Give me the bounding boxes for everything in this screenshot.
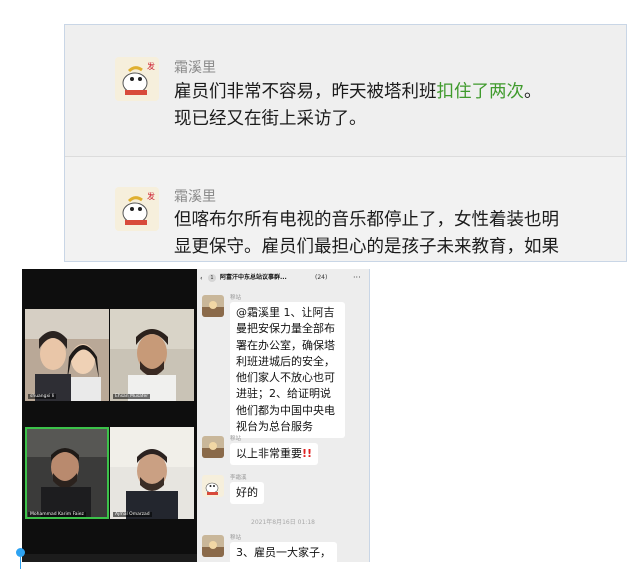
svg-text:发: 发 xyxy=(147,191,155,201)
unread-badge: 1 xyxy=(208,274,216,282)
message-text: 但喀布尔所有电视的音乐都停止了，女性着装也明 显更保守。雇员们最担心的是孩子未来… xyxy=(174,207,614,261)
message-bubble[interactable]: 好的 xyxy=(230,482,264,505)
message-line: 利班进城后的安全， xyxy=(236,354,335,368)
chat-header: ‹ 1 阿富汗中东总站议事群... (24) ··· xyxy=(197,269,369,287)
sender-name: 李霜溪 xyxy=(230,475,247,481)
member-count: (24) xyxy=(315,274,328,281)
participant-name: Ajmal Omarzad xyxy=(113,512,152,517)
exclamation-icon: !! xyxy=(302,447,313,460)
timestamp: 2021年8月16日 01:18 xyxy=(251,519,315,526)
sender-name: 穆站 xyxy=(230,436,242,442)
message-text-part: 但喀布尔所有电视的音乐都停止了，女性着装也明 xyxy=(174,210,559,230)
chat-message: 发 霜溪里 雇员们非常不容易，昨天被塔利班扣住了两次。 现已经又在街上采访了。 xyxy=(65,25,626,156)
sender-name: 霜溪里 xyxy=(174,60,216,76)
call-toolbar xyxy=(22,554,197,562)
video-call-panel: shuangxi li Ehsan Musafer Mohammad Karim… xyxy=(22,269,197,562)
sender-name: 穆站 xyxy=(230,295,242,301)
message-bubble[interactable]: 以上非常重要!! xyxy=(230,443,319,466)
group-chat-panel: ‹ 1 阿富汗中东总站议事群... (24) ··· 穆站 @霜溪里 1、让阿吉… xyxy=(197,269,370,562)
message-line: 曼把安保力量全部布 xyxy=(236,322,335,336)
message-line: 视台为总台服务 xyxy=(236,420,313,434)
chat-screenshot-top: 发 霜溪里 雇员们非常不容易，昨天被塔利班扣住了两次。 现已经又在街上采访了。 … xyxy=(64,24,627,262)
sender-name: 霜溪里 xyxy=(174,189,216,205)
avatar[interactable] xyxy=(202,535,224,557)
avatar[interactable] xyxy=(202,475,224,497)
sender-name: 穆站 xyxy=(230,535,242,541)
message-text-part: 雇员们非常不容易，昨天被塔利班 xyxy=(174,82,437,102)
message-line: @霜溪里 1、让阿吉 xyxy=(236,306,335,319)
participant-name: Mohammad Karim Faiez xyxy=(28,512,86,517)
message-line: 署在办公室，确保塔 xyxy=(236,338,335,352)
avatar[interactable]: 发 xyxy=(115,57,159,101)
participant-name: shuangxi li xyxy=(28,394,57,399)
video-tile[interactable]: Ajmal Omarzad xyxy=(110,427,194,519)
message-line: 进驻；2、给证明说 xyxy=(236,387,331,401)
message-text-part: 显更保守。雇员们最担心的是孩子未来教育，如果 xyxy=(174,237,559,257)
message-line: 他们家人不放心也可 xyxy=(236,371,335,385)
message-text-part: 。 xyxy=(524,82,542,102)
chat-message: 发 霜溪里 但喀布尔所有电视的音乐都停止了，女性着装也明 显更保守。雇员们最担心… xyxy=(65,157,626,261)
message-text: 以上非常重要 xyxy=(236,447,302,460)
group-title: 阿富汗中东总站议事群... xyxy=(220,274,287,281)
more-icon[interactable]: ··· xyxy=(353,269,361,287)
message-text: 3、雇员一大家子， xyxy=(236,546,331,559)
avatar[interactable]: 发 xyxy=(115,187,159,231)
video-tile-active-speaker[interactable]: Mohammad Karim Faiez xyxy=(25,427,109,519)
avatar[interactable] xyxy=(202,436,224,458)
svg-text:发: 发 xyxy=(147,61,155,71)
message-bubble[interactable]: 3、雇员一大家子， xyxy=(230,542,337,562)
back-icon[interactable]: ‹ xyxy=(200,269,203,287)
video-tile[interactable]: Ehsan Musafer xyxy=(110,309,194,401)
message-text: 好的 xyxy=(236,486,258,499)
participant-name: Ehsan Musafer xyxy=(113,394,151,399)
highlighted-text: 扣住了两次 xyxy=(436,82,525,102)
selection-line xyxy=(20,557,21,569)
message-text-part: 现已经又在街上采访了。 xyxy=(174,109,367,129)
message-line: 他们都为中国中央电 xyxy=(236,403,335,417)
avatar[interactable] xyxy=(202,295,224,317)
selection-handle[interactable] xyxy=(16,548,25,557)
video-tile[interactable]: shuangxi li xyxy=(25,309,109,401)
message-text: 雇员们非常不容易，昨天被塔利班扣住了两次。 现已经又在街上采访了。 xyxy=(174,79,614,133)
message-bubble[interactable]: @霜溪里 1、让阿吉 曼把安保力量全部布 署在办公室，确保塔 利班进城后的安全，… xyxy=(230,302,345,439)
